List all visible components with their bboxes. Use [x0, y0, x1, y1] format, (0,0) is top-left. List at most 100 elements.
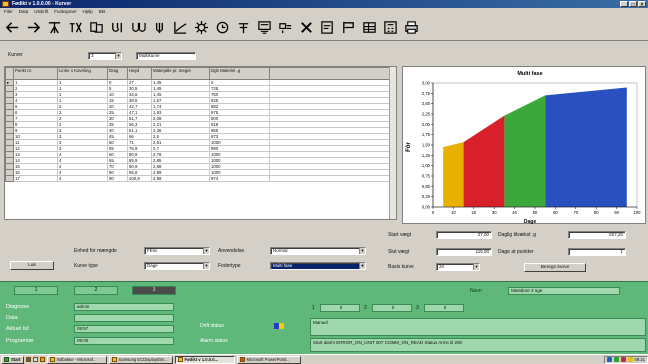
- start-button[interactable]: Start: [1, 355, 24, 364]
- chevron-down-icon[interactable]: ▼: [359, 263, 365, 269]
- column-header[interactable]: Dgb Materiel .g: [209, 67, 270, 80]
- turbine-icon[interactable]: [151, 18, 168, 38]
- weather-icon[interactable]: [67, 18, 84, 38]
- taskbar-item-label: Samsung ECDisplayDim...: [118, 356, 168, 362]
- y-tick-label: 3,00: [422, 81, 431, 86]
- table-icon[interactable]: [361, 18, 378, 38]
- y-tick-label: 1,75: [422, 132, 431, 137]
- desktop-icon[interactable]: [32, 357, 38, 362]
- menu-item-funksjoner[interactable]: Funksjoner: [54, 8, 76, 15]
- table-cell-filler: [269, 175, 392, 182]
- taskbar-item-fodikt[interactable]: Fødikt v 1.0.0.0...: [174, 355, 235, 364]
- x-tick-label: 30: [492, 210, 497, 215]
- status-panel: 1 2 3 Navn Mastdore 3 uge Diagnose admin…: [0, 281, 648, 354]
- folder-icon[interactable]: [39, 357, 45, 362]
- taskbar-item-samsung[interactable]: Samsung ECDisplayDim...: [108, 355, 173, 364]
- feed-type-select[interactable]: Multi fase ▼: [270, 262, 366, 270]
- window-title: Fødikt v 1.0.0.00 - Kurver: [12, 1, 72, 7]
- chevron-down-icon[interactable]: ▼: [473, 264, 479, 270]
- column-header[interactable]: Høyd: [127, 67, 152, 80]
- taskbar-item-powerpoint[interactable]: Microsoft PowerPoint...: [236, 355, 301, 364]
- column-header[interactable]: Linhe 1 Kavnling: [57, 67, 108, 80]
- network-icon[interactable]: [606, 357, 612, 362]
- valve-icon[interactable]: [109, 18, 126, 38]
- basis-curve-label: Basis kurve: [388, 264, 414, 270]
- basis-curve-select[interactable]: 20 ▼: [436, 263, 480, 271]
- alarm-status-label: Alarm status: [200, 338, 228, 344]
- printer-icon[interactable]: [403, 18, 420, 38]
- chevron-down-icon[interactable]: ▼: [359, 248, 365, 254]
- quantity-unit-select[interactable]: FEsv ▼: [144, 247, 210, 255]
- taskbar-item-label: Fødikt v 1.0.0.0...: [184, 356, 219, 362]
- name-field[interactable]: Mastdore 3 uge: [508, 287, 620, 295]
- start-weight-input[interactable]: 27,00: [436, 231, 492, 239]
- programmer-label: Programtør: [6, 338, 34, 344]
- daily-gain-input[interactable]: 827,30: [568, 231, 626, 239]
- menu-item-hjelp[interactable]: Hjelp: [83, 8, 93, 15]
- start-weight-label: Start vægt: [388, 232, 412, 238]
- close-button[interactable]: ×: [638, 1, 646, 8]
- table-cell[interactable]: 100,8: [127, 175, 152, 182]
- chevron-down-icon[interactable]: ▼: [203, 248, 209, 254]
- station-icon[interactable]: [235, 18, 252, 38]
- menu-item-filer[interactable]: Filer: [4, 8, 13, 15]
- curve-icon[interactable]: [172, 18, 189, 38]
- dam-icon[interactable]: [46, 18, 63, 38]
- tab-1[interactable]: 1: [14, 286, 58, 295]
- security-icon[interactable]: [613, 357, 619, 362]
- table-cell[interactable]: 4: [57, 175, 108, 182]
- column-header[interactable]: Drag: [107, 67, 128, 80]
- close-form-button[interactable]: Luk: [10, 261, 54, 270]
- curve-settings-form: Enhed for mængde FEsv ▼ Kurve type Dage …: [4, 224, 646, 278]
- usage-select[interactable]: Normal ▼: [270, 247, 366, 255]
- taskbar-item-outlook[interactable]: Indbakke - Microsof...: [46, 355, 107, 364]
- chevron-down-icon[interactable]: ▼: [115, 53, 121, 59]
- counter-1-value: 0: [320, 304, 360, 312]
- back-arrow-icon[interactable]: [4, 18, 21, 38]
- table-cell[interactable]: 17: [13, 175, 58, 182]
- gear-icon[interactable]: [193, 18, 210, 38]
- table-cell[interactable]: 2,89: [151, 175, 210, 182]
- tab-3[interactable]: 3: [132, 286, 176, 295]
- table-cell[interactable]: 90: [107, 175, 128, 182]
- calculator-icon[interactable]: [382, 18, 399, 38]
- tab-2[interactable]: 2: [74, 286, 118, 295]
- form-icon[interactable]: [256, 18, 273, 38]
- curve-points-table[interactable]: Punkt nr. Linhe 1 Kavnling Drag Høyd Materja…: [4, 66, 397, 220]
- column-header[interactable]: Materjalle pr. meget: [151, 67, 210, 80]
- curve-number-select[interactable]: 3 ▼: [88, 52, 122, 60]
- forward-arrow-icon[interactable]: [25, 18, 42, 38]
- curve-label: Kurver: [8, 52, 23, 58]
- table-scrollbar[interactable]: [389, 67, 396, 219]
- document-icon[interactable]: [319, 18, 336, 38]
- calculate-curve-button[interactable]: Beregn kurve: [524, 263, 586, 272]
- hydrograph-icon[interactable]: [130, 18, 147, 38]
- flag-icon[interactable]: [340, 18, 357, 38]
- clock-icon[interactable]: [214, 18, 231, 38]
- days-per-point-input[interactable]: 1: [568, 248, 626, 256]
- chevron-down-icon[interactable]: ▼: [203, 263, 209, 269]
- x-tick-label: 80: [594, 210, 599, 215]
- curve-type-select[interactable]: Dage ▼: [144, 262, 210, 270]
- ie-icon[interactable]: [25, 357, 31, 362]
- sheets-icon[interactable]: [88, 18, 105, 38]
- table-row[interactable]: 17 4 90 100,8 2,89 974: [5, 175, 392, 182]
- taskbar-item-label: Indbakke - Microsof...: [56, 356, 97, 362]
- cross-section-icon[interactable]: [277, 18, 294, 38]
- feed-type-value: Multi fase: [273, 263, 293, 268]
- minimize-button[interactable]: _: [620, 1, 628, 8]
- alert-icon[interactable]: [620, 357, 626, 362]
- row-selector[interactable]: [5, 175, 14, 182]
- chart-ylabel: Fôr: [406, 142, 412, 152]
- menu-item-data[interactable]: Data: [19, 8, 29, 15]
- column-header[interactable]: Punkt nr.: [13, 67, 58, 80]
- maximize-button[interactable]: □: [629, 1, 637, 8]
- menu-item-bkt[interactable]: Bkt: [99, 8, 106, 15]
- close-icon[interactable]: [298, 18, 315, 38]
- manual-status-box: Manuel: [310, 318, 646, 336]
- menu-item-utskrift[interactable]: Utskrift: [34, 8, 48, 15]
- end-weight-input[interactable]: 115,00: [436, 248, 492, 256]
- curve-name-field[interactable]: Multikurve: [136, 52, 196, 60]
- table-cell[interactable]: 974: [209, 175, 270, 182]
- volume-icon[interactable]: [627, 357, 633, 362]
